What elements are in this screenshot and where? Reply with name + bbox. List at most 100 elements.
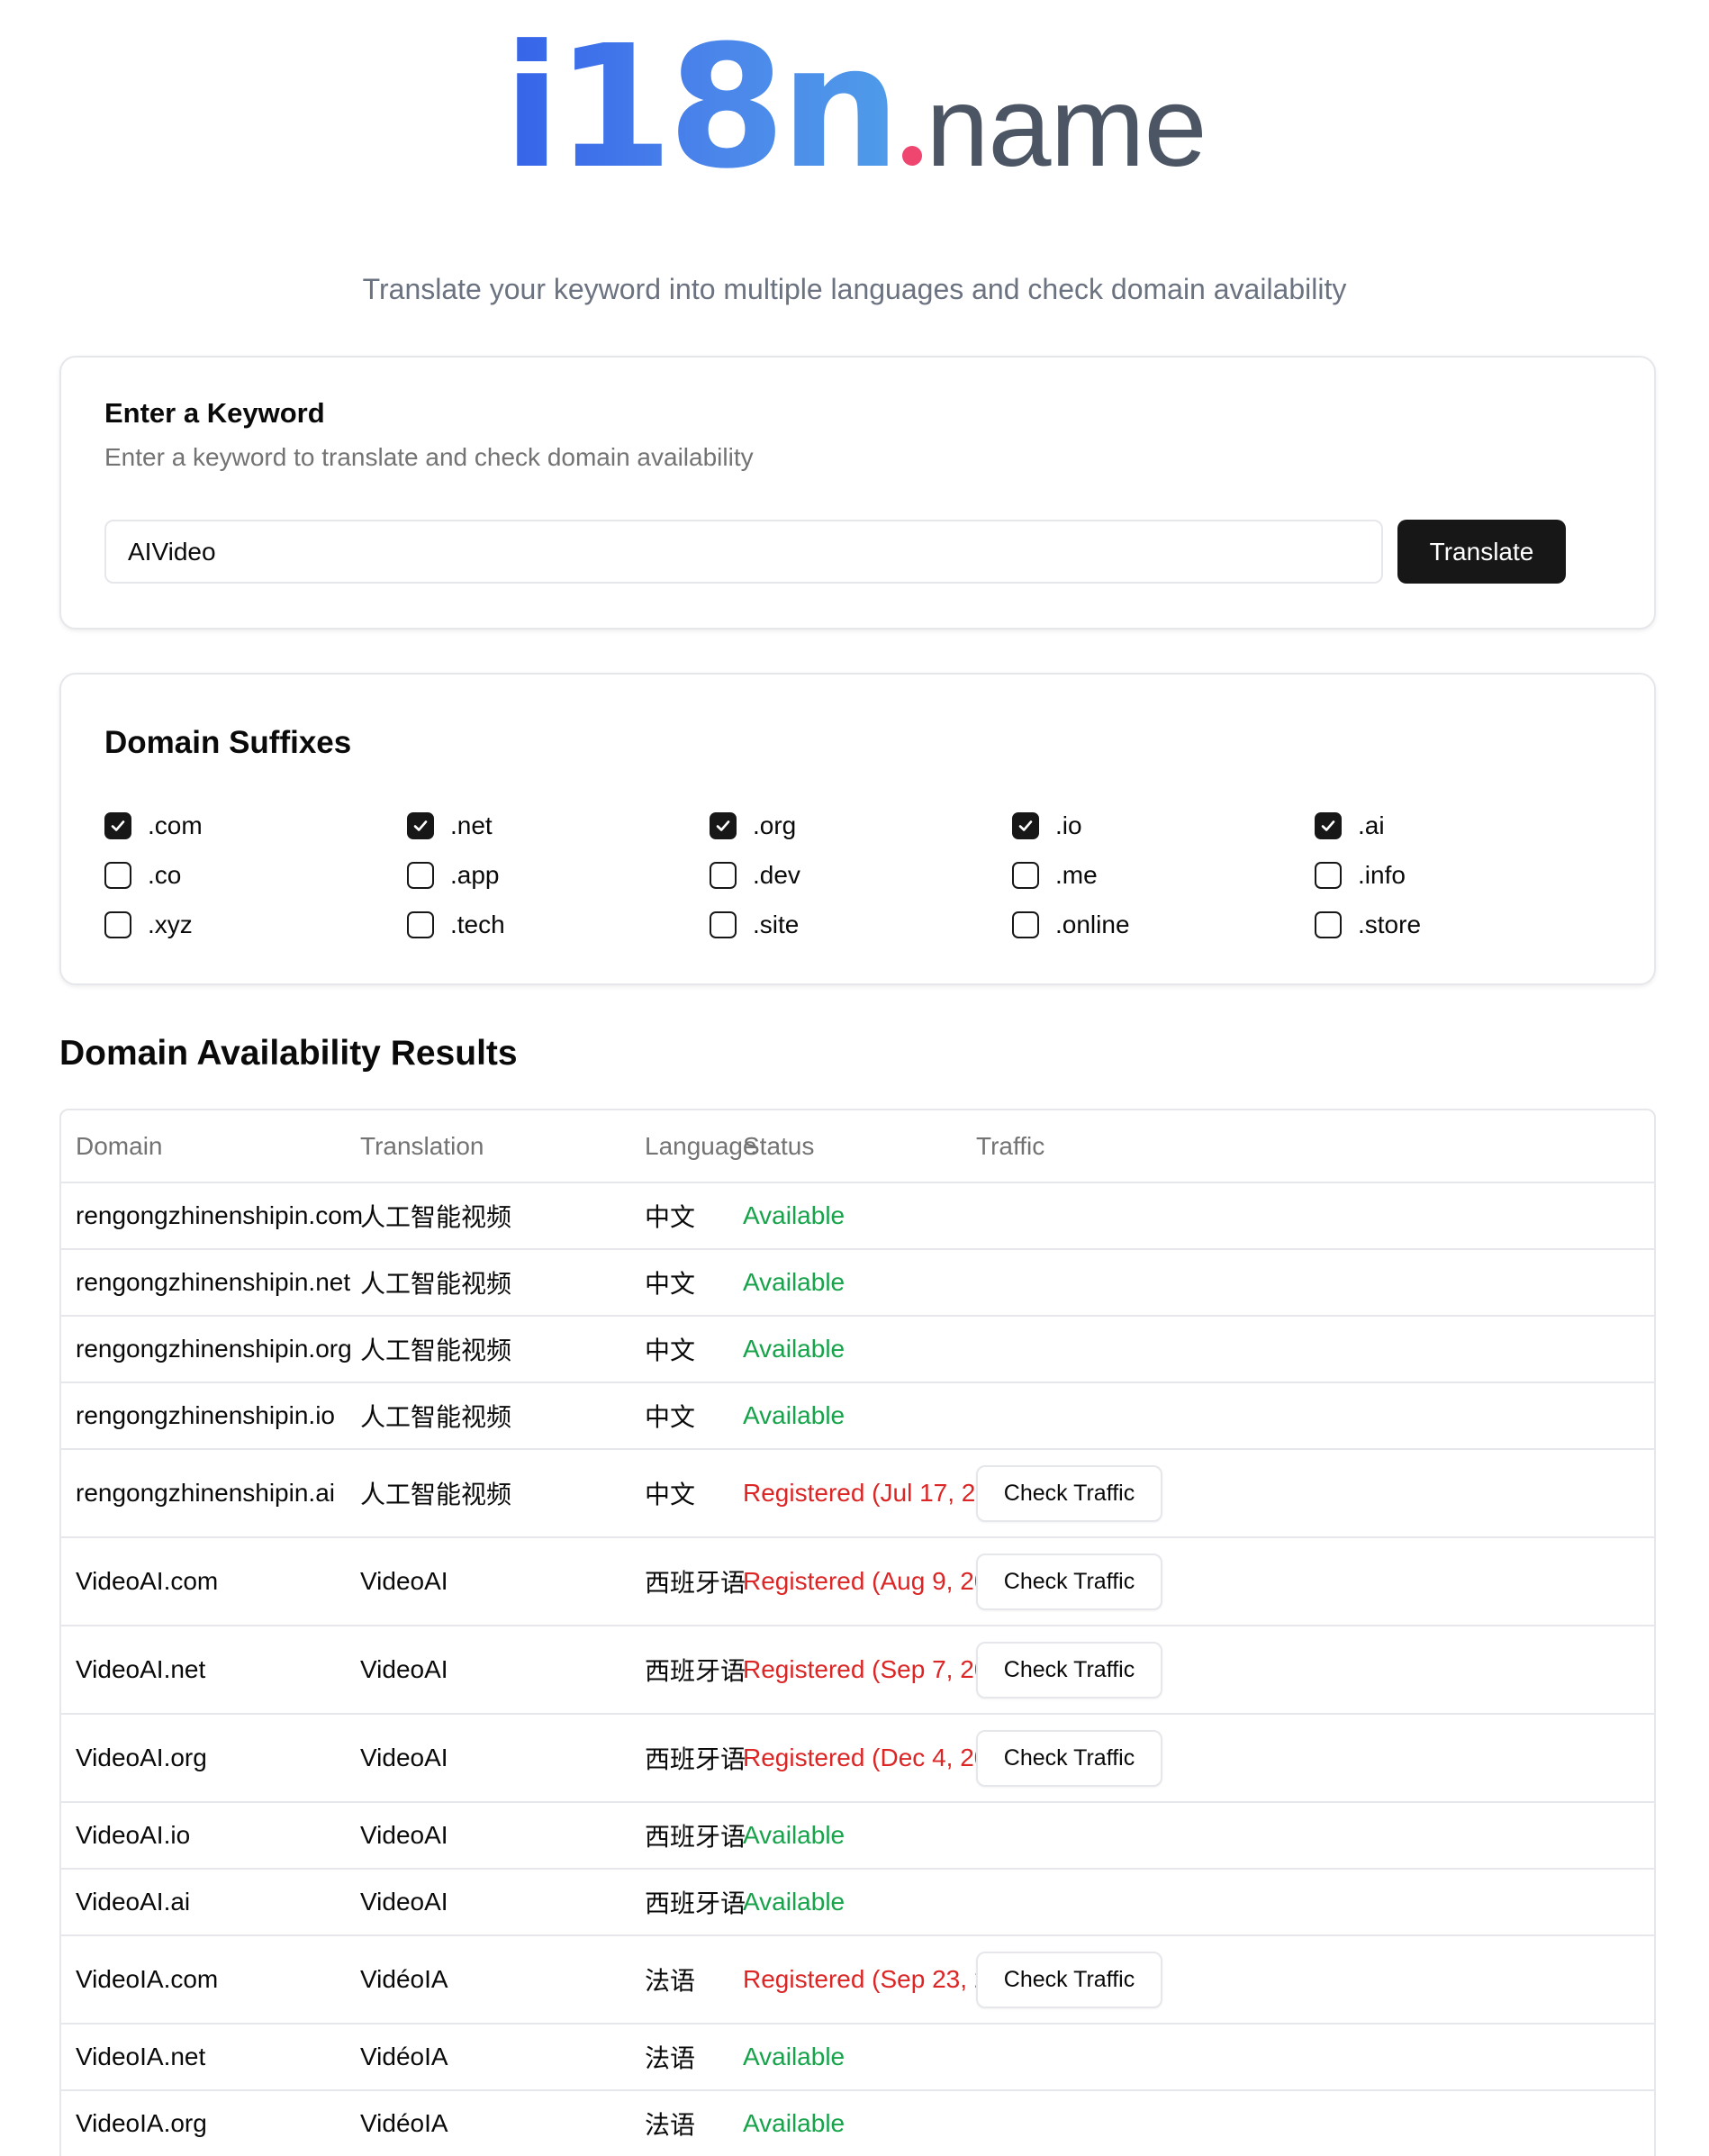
language-cell: 中文 [630,1249,728,1317]
table-row: rengongzhinenshipin.io 人工智能视频 中文 Available [61,1382,1654,1450]
status-cell: Available [728,1869,962,1936]
suffix-checkbox[interactable] [407,911,434,938]
table-row: VideoAI.org VideoAI 西班牙语 Registered (Dec 4,… [61,1714,1654,1803]
language-cell: 西班牙语 [630,1869,746,1936]
suffix-label: .app [450,861,500,889]
suffix-checkbox[interactable] [710,812,737,839]
language-cell: 法语 [630,2090,728,2156]
checkmark-icon [1321,820,1335,831]
keyword-input[interactable] [104,520,1383,584]
translate-button[interactable]: Translate [1397,520,1566,584]
suffix-label: .net [450,811,493,839]
suffix-option[interactable]: .dev [710,857,800,893]
suffix-option[interactable]: .net [407,808,493,844]
suffix-checkbox[interactable] [1315,911,1342,938]
suffix-option[interactable]: .tech [407,907,505,943]
table-row: VideoIA.com VidéoIA 法语 Registered (Sep 23, … [61,1935,1654,2025]
suffix-option[interactable]: .org [710,808,796,844]
status-cell: Registered (Jul 17, 2024) [728,1449,1026,1538]
traffic-cell: Check Traffic [962,1935,1654,2025]
domain-suffixes-title: Domain Suffixes [104,725,352,760]
table-row: rengongzhinenshipin.ai 人工智能视频 中文 Registered… [61,1449,1654,1538]
logo-tld-text: name [926,63,1207,190]
suffix-option[interactable]: .xyz [104,907,193,943]
suffix-checkbox[interactable] [104,862,131,889]
suffix-checkbox[interactable] [1012,812,1039,839]
keyword-card-description: Enter a keyword to translate and check d… [104,443,754,471]
suffix-checkbox[interactable] [407,812,434,839]
table-row: VideoAI.io VideoAI 西班牙语 Available [61,1802,1654,1870]
suffix-option[interactable]: .ai [1315,808,1385,844]
traffic-cell [962,1802,1654,1870]
suffix-option[interactable]: .info [1315,857,1406,893]
traffic-cell: Check Traffic [962,1714,1654,1803]
suffix-option[interactable]: .co [104,857,181,893]
suffix-option[interactable]: .com [104,808,203,844]
translation-cell: VideoAI [346,1869,630,1936]
translation-cell: VidéoIA [346,1935,630,2025]
check-traffic-button[interactable]: Check Traffic [976,1641,1162,1699]
suffix-checkbox[interactable] [1315,812,1342,839]
suffix-label: .info [1358,861,1406,889]
suffix-option[interactable]: .app [407,857,500,893]
table-row: VideoAI.net VideoAI 西班牙语 Registered (Sep 7,… [61,1626,1654,1715]
translation-cell: 人工智能视频 [346,1382,630,1450]
language-cell: 中文 [630,1316,728,1383]
site-logo[interactable]: i18n name [0,23,1709,193]
domain-cell: VideoAI.net [61,1626,346,1715]
suffix-checkbox[interactable] [1012,862,1039,889]
domain-cell: VideoIA.org [61,2090,346,2156]
table-row: VideoAI.com VideoAI 西班牙语 Registered (Aug 9,… [61,1537,1654,1626]
domain-cell: rengongzhinenshipin.org [61,1316,352,1383]
language-cell: 中文 [630,1382,728,1450]
suffix-option[interactable]: .io [1012,808,1082,844]
suffix-checkbox[interactable] [1012,911,1039,938]
status-cell: Available [728,1802,962,1870]
suffix-label: .co [148,861,182,889]
suffix-option[interactable]: .online [1012,907,1130,943]
status-cell: Registered (Dec 4, 2024) [728,1714,1025,1803]
traffic-cell [962,1316,1654,1383]
domain-cell: VideoAI.ai [61,1869,346,1936]
suffix-checkbox[interactable] [407,862,434,889]
suffix-checkbox[interactable] [710,911,737,938]
domain-cell: rengongzhinenshipin.com [61,1182,363,1250]
suffix-label: .online [1055,910,1130,938]
check-traffic-button[interactable]: Check Traffic [976,1951,1162,2008]
translation-cell: VideoAI [346,1626,630,1715]
check-traffic-button[interactable]: Check Traffic [976,1553,1162,1610]
table-row: rengongzhinenshipin.com 人工智能视频 中文 Available [61,1182,1654,1250]
suffix-checkbox[interactable] [104,911,131,938]
translation-cell: VidéoIA [346,2024,630,2091]
status-cell: Registered (Sep 7, 2024) [728,1626,1025,1715]
suffix-checkbox[interactable] [1315,862,1342,889]
suffix-option[interactable]: .store [1315,907,1421,943]
suffix-label: .xyz [148,910,193,938]
table-header-row: Domain Translation Language Status Traff… [61,1110,1654,1183]
check-traffic-button[interactable]: Check Traffic [976,1729,1162,1787]
check-traffic-button[interactable]: Check Traffic [976,1464,1162,1522]
suffix-label: .me [1055,861,1098,889]
results-title: Domain Availability Results [59,1034,518,1073]
traffic-cell [962,2090,1654,2156]
traffic-cell: Check Traffic [962,1449,1654,1538]
results-table: Domain Translation Language Status Traff… [59,1109,1656,2156]
language-cell: 法语 [630,2024,728,2091]
suffix-option[interactable]: .me [1012,857,1098,893]
suffix-checkbox[interactable] [104,812,131,839]
suffix-label: .dev [753,861,800,889]
status-cell: Registered (Aug 9, 2024) [728,1537,1025,1626]
language-cell: 西班牙语 [630,1714,746,1803]
traffic-cell: Check Traffic [962,1626,1654,1715]
translation-cell: 人工智能视频 [346,1182,630,1250]
traffic-cell [962,1382,1654,1450]
suffix-label: .com [148,811,203,839]
suffix-option[interactable]: .site [710,907,799,943]
suffix-checkbox[interactable] [710,862,737,889]
status-cell: Available [728,1182,962,1250]
traffic-cell [962,1182,1654,1250]
translation-cell: 人工智能视频 [346,1249,630,1317]
domain-cell: rengongzhinenshipin.ai [61,1449,346,1538]
domain-cell: VideoAI.org [61,1714,346,1803]
language-cell: 法语 [630,1935,728,2025]
